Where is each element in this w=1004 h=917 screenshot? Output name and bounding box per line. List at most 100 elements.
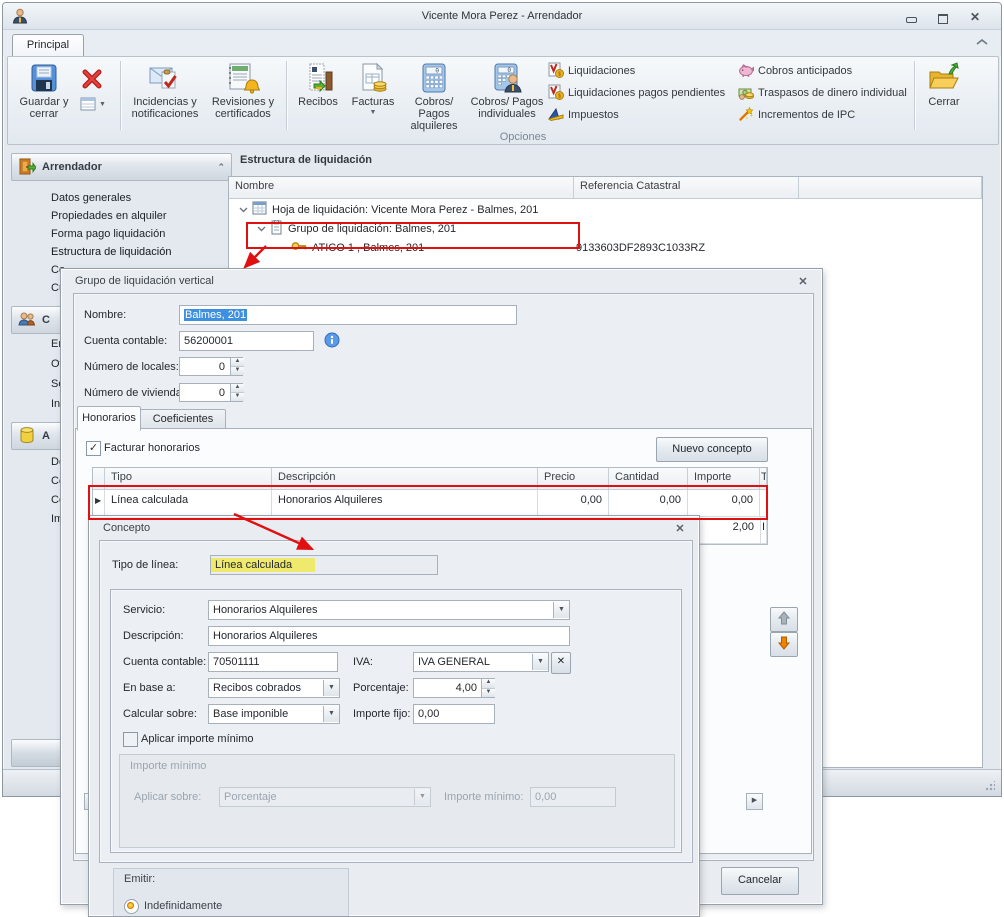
- scroll-right-button[interactable]: ▶: [746, 793, 763, 810]
- ribbon-collapse-icon[interactable]: [975, 38, 989, 48]
- recibos-button[interactable]: Recibos: [292, 60, 344, 132]
- cerrar-label: Cerrar: [928, 96, 959, 108]
- sheet-icon: [252, 201, 267, 218]
- aplicar-minimo-label: Aplicar importe mínimo: [141, 733, 253, 745]
- aplicar-minimo-checkbox[interactable]: [123, 732, 138, 747]
- tab-honorarios[interactable]: Honorarios: [77, 406, 141, 431]
- close-button[interactable]: ✕: [967, 12, 983, 24]
- expander-icon[interactable]: [257, 224, 266, 233]
- iva-clear-button[interactable]: ✕: [551, 652, 571, 674]
- chevron-down-icon[interactable]: ▼: [553, 602, 569, 618]
- calcular-sobre-combo[interactable]: Base imponible▼: [208, 704, 340, 724]
- descripcion-input[interactable]: Honorarios Alquileres: [208, 626, 570, 646]
- servicio-combo[interactable]: Honorarios Alquileres▼: [208, 600, 570, 620]
- close-icon[interactable]: ✕: [673, 522, 687, 536]
- cancelar-button[interactable]: Cancelar: [721, 867, 799, 895]
- column-header-referencia[interactable]: Referencia Catastral: [574, 177, 799, 198]
- dialog-body: Tipo de línea: Línea calculada Servicio:…: [99, 540, 693, 863]
- impuestos-icon: [548, 106, 564, 125]
- facturas-button[interactable]: Facturas ▼: [346, 60, 400, 132]
- expander-icon[interactable]: [239, 205, 248, 214]
- cuenta-contable-input[interactable]: 70501111: [208, 652, 338, 672]
- cerrar-button[interactable]: Cerrar: [920, 60, 968, 132]
- incidencias-label: Incidencias y notificaciones: [128, 96, 202, 120]
- sidebar-item-forma-pago[interactable]: Forma pago liquidación: [51, 228, 165, 240]
- nuevo-concepto-button[interactable]: Nuevo concepto: [656, 437, 768, 462]
- magic-wand-icon: [738, 106, 754, 125]
- cell-tipo: Línea calculada: [105, 490, 272, 516]
- sidebar-item-estructura[interactable]: Estructura de liquidación: [51, 246, 171, 258]
- cell-precio: 0,00: [538, 490, 609, 516]
- dialog-title: Grupo de liquidación vertical: [75, 275, 214, 287]
- grid-header-cantidad[interactable]: Cantidad: [609, 468, 688, 489]
- indefinidamente-radio[interactable]: [124, 899, 139, 914]
- nombre-input[interactable]: Balmes, 201: [179, 305, 517, 325]
- sidebar-item-datos-generales[interactable]: Datos generales: [51, 192, 131, 204]
- dialog-concepto: Concepto ✕ Tipo de línea: Línea calculad…: [88, 515, 700, 917]
- money-transfer-icon: [738, 84, 754, 103]
- save-close-button[interactable]: Guardar y cerrar: [16, 60, 72, 132]
- revisiones-button[interactable]: Revisiones y certificados: [204, 60, 282, 132]
- nombre-label: Nombre:: [84, 309, 126, 321]
- traspasos-item[interactable]: Traspasos de dinero individual: [738, 85, 907, 101]
- move-up-button[interactable]: [770, 607, 798, 632]
- tipo-linea-input[interactable]: Línea calculada: [210, 555, 438, 575]
- chevron-down-icon[interactable]: ▼: [323, 680, 339, 696]
- cobros-individuales-button[interactable]: 0 Cobros/ Pagos individuales: [470, 60, 544, 132]
- grid-header-precio[interactable]: Precio: [538, 468, 609, 489]
- grid-header-tipo[interactable]: Tipo: [105, 468, 272, 489]
- en-base-label: En base a:: [123, 682, 176, 694]
- delete-button[interactable]: [80, 67, 108, 93]
- importe-fijo-input[interactable]: 0,00: [413, 704, 495, 724]
- tree-row-atico[interactable]: ATICO 1 , Balmes, 201 9133603DF2893C1033…: [229, 238, 982, 257]
- liquidaciones-pendientes-item[interactable]: $ Liquidaciones pagos pendientes: [548, 85, 725, 101]
- cuenta-contable-input[interactable]: 56200001: [179, 331, 314, 351]
- grid-header-importe[interactable]: Importe: [688, 468, 760, 489]
- cell-importe: 0,00: [688, 490, 760, 516]
- resize-grip[interactable]: [985, 781, 995, 791]
- incidencias-button[interactable]: Incidencias y notificaciones: [130, 60, 200, 132]
- num-viviendas-spinner[interactable]: ▲▼: [230, 384, 244, 401]
- chevron-down-icon[interactable]: ▼: [323, 706, 339, 722]
- sidebar-group-title: C: [42, 314, 50, 326]
- maximize-button[interactable]: [935, 12, 951, 24]
- grid-row-1[interactable]: ▶ Línea calculada Honorarios Alquileres …: [93, 490, 767, 517]
- num-locales-spinner[interactable]: ▲▼: [230, 358, 244, 375]
- cobros-alquileres-button[interactable]: 0 Cobros/ Pagos alquileres: [400, 60, 468, 132]
- revisiones-label: Revisiones y certificados: [202, 96, 284, 120]
- liquidaciones-item[interactable]: $ Liquidaciones: [548, 63, 635, 79]
- incrementos-ipc-item[interactable]: Incrementos de IPC: [738, 107, 855, 123]
- incrementos-ipc-label: Incrementos de IPC: [758, 109, 855, 121]
- grid-header-extra[interactable]: T: [760, 468, 767, 489]
- grid-header-descripcion[interactable]: Descripción: [272, 468, 538, 489]
- info-icon[interactable]: [324, 332, 340, 351]
- sidebar-item-propiedades[interactable]: Propiedades en alquiler: [51, 210, 167, 222]
- tree-row-hoja[interactable]: Hoja de liquidación: Vicente Mora Perez …: [229, 200, 982, 219]
- tree-row-grupo[interactable]: Grupo de liquidación: Balmes, 201: [229, 219, 982, 238]
- minimize-button[interactable]: [903, 12, 919, 24]
- facturar-checkbox[interactable]: ✓: [86, 441, 101, 456]
- invoice-icon: [357, 60, 389, 96]
- chevron-up-icon: ⌃: [217, 162, 225, 173]
- num-locales-label: Número de locales:: [84, 361, 179, 373]
- column-header-blank[interactable]: [799, 177, 982, 198]
- chevron-down-icon[interactable]: ▼: [532, 654, 548, 670]
- close-icon[interactable]: ✕: [796, 275, 810, 289]
- cobros-alquileres-label: Cobros/ Pagos alquileres: [398, 96, 470, 132]
- liquidaciones-pendientes-label: Liquidaciones pagos pendientes: [568, 87, 725, 99]
- list-dropdown-button[interactable]: ▼: [80, 95, 114, 115]
- window-title: Vicente Mora Perez - Arrendador: [3, 10, 1001, 22]
- cobros-individuales-label: Cobros/ Pagos individuales: [468, 96, 546, 120]
- cobros-anticipados-item[interactable]: Cobros anticipados: [738, 63, 852, 79]
- column-header-nombre[interactable]: Nombre: [229, 177, 574, 198]
- liquidaciones-pendientes-icon: $: [548, 84, 564, 103]
- sidebar-group-arrendador[interactable]: Arrendador ⌃: [11, 153, 232, 181]
- svg-text:0: 0: [435, 68, 439, 75]
- iva-combo[interactable]: IVA GENERAL▼: [413, 652, 549, 672]
- impuestos-item[interactable]: Impuestos: [548, 107, 619, 123]
- en-base-combo[interactable]: Recibos cobrados▼: [208, 678, 340, 698]
- porcentaje-spinner[interactable]: ▲▼: [481, 679, 495, 697]
- tab-principal[interactable]: Principal: [12, 34, 84, 56]
- sidebar-item[interactable]: In: [51, 398, 60, 410]
- move-down-button[interactable]: [770, 632, 798, 657]
